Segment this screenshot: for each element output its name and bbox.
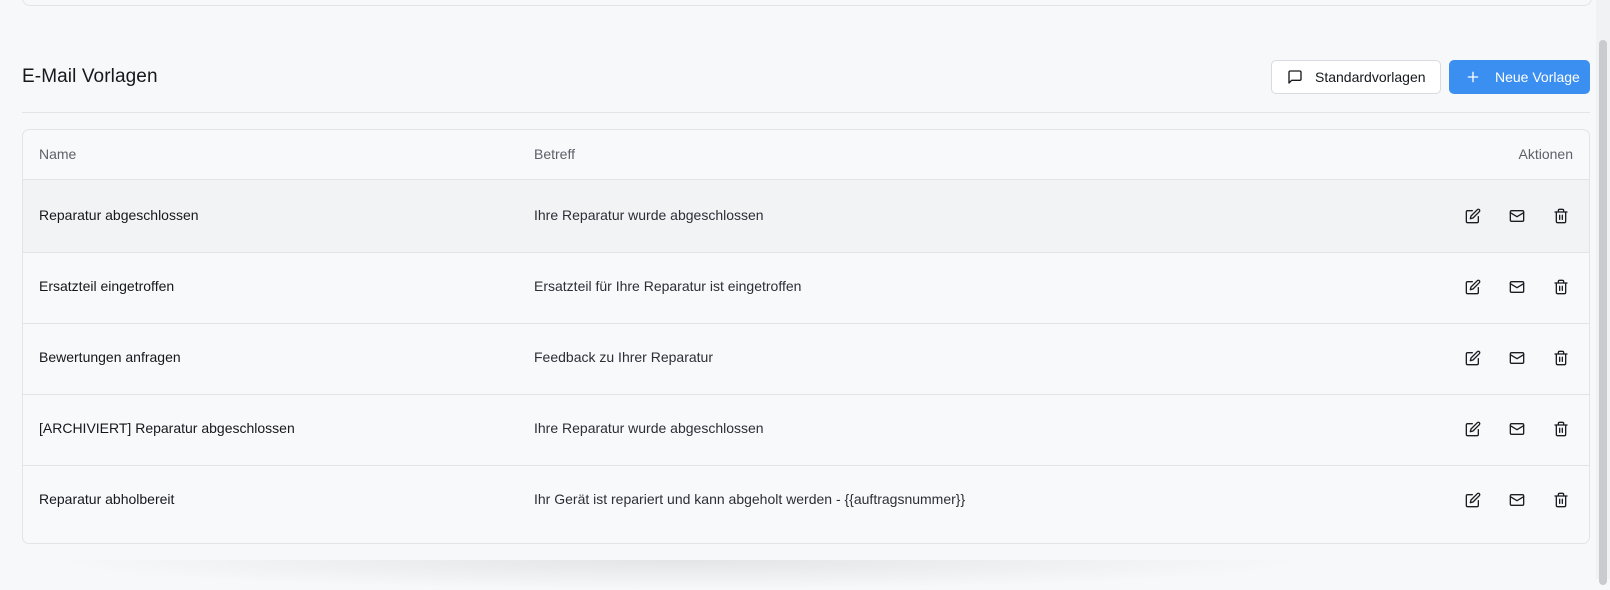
table-row[interactable]: [ARCHIVIERT] Reparatur abgeschlossen Ihre… [23, 393, 1589, 466]
send-mail-button[interactable] [1505, 275, 1529, 299]
delete-button[interactable] [1549, 488, 1573, 512]
edit-button[interactable] [1461, 204, 1485, 228]
template-name: Reparatur abgeschlossen [39, 207, 199, 223]
row-actions [1461, 488, 1573, 512]
column-header-name: Name [39, 146, 77, 162]
edit-icon [1465, 350, 1481, 366]
table-row[interactable]: Reparatur abholbereit Ihr Gerät ist repar… [23, 464, 1589, 536]
standard-templates-label: Standardvorlagen [1315, 69, 1426, 85]
template-name: Reparatur abholbereit [39, 491, 175, 507]
send-mail-button[interactable] [1505, 488, 1529, 512]
mail-icon [1509, 492, 1525, 508]
mail-icon [1509, 279, 1525, 295]
mail-icon [1509, 350, 1525, 366]
template-subject: Ihre Reparatur wurde abgeschlossen [534, 207, 764, 223]
send-mail-button[interactable] [1505, 204, 1529, 228]
edit-button[interactable] [1461, 417, 1485, 441]
column-header-subject: Betreff [534, 146, 575, 162]
template-name: Ersatzteil eingetroffen [39, 278, 175, 294]
table-row[interactable]: Reparatur abgeschlossen Ihre Reparatur wu… [23, 180, 1589, 253]
plus-icon [1467, 71, 1479, 83]
mail-icon [1509, 208, 1525, 224]
trash-icon [1553, 208, 1569, 224]
section-header: E-Mail Vorlagen Standardvorlagen Neue Vo… [22, 58, 1590, 113]
standard-templates-button[interactable]: Standardvorlagen [1271, 60, 1441, 94]
previous-section-card [22, 0, 1592, 6]
trash-icon [1553, 492, 1569, 508]
edit-icon [1465, 492, 1481, 508]
row-actions [1461, 275, 1573, 299]
send-mail-button[interactable] [1505, 346, 1529, 370]
template-subject: Ihr Gerät ist repariert und kann abgehol… [534, 491, 966, 507]
trash-icon [1553, 279, 1569, 295]
page-title: E-Mail Vorlagen [22, 66, 158, 87]
scrollbar[interactable] [1596, 0, 1610, 585]
new-template-button[interactable]: Neue Vorlage [1449, 60, 1590, 94]
edit-button[interactable] [1461, 346, 1485, 370]
trash-icon [1553, 421, 1569, 437]
bottom-shadow [40, 560, 1320, 590]
table-row[interactable]: Bewertungen anfragen Feedback zu Ihrer Re… [23, 322, 1589, 395]
table-header: Name Betreff Aktionen [23, 130, 1589, 180]
delete-button[interactable] [1549, 346, 1573, 370]
template-subject: Feedback zu Ihrer Reparatur [534, 349, 713, 365]
row-actions [1461, 417, 1573, 441]
delete-button[interactable] [1549, 417, 1573, 441]
mail-icon [1509, 421, 1525, 437]
template-subject: Ersatzteil für Ihre Reparatur ist einget… [534, 278, 802, 294]
row-actions [1461, 346, 1573, 370]
column-header-actions: Aktionen [1518, 146, 1573, 162]
template-name: [ARCHIVIERT] Reparatur abgeschlossen [39, 420, 295, 436]
templates-table: Name Betreff Aktionen Reparatur abgeschl… [22, 129, 1590, 544]
template-subject: Ihre Reparatur wurde abgeschlossen [534, 420, 764, 436]
scrollbar-thumb[interactable] [1599, 40, 1607, 585]
table-row[interactable]: Ersatzteil eingetroffen Ersatzteil für Ih… [23, 251, 1589, 324]
message-square-icon [1288, 70, 1302, 84]
edit-button[interactable] [1461, 275, 1485, 299]
delete-button[interactable] [1549, 275, 1573, 299]
send-mail-button[interactable] [1505, 417, 1529, 441]
edit-icon [1465, 279, 1481, 295]
new-template-label: Neue Vorlage [1495, 69, 1580, 85]
edit-icon [1465, 421, 1481, 437]
row-actions [1461, 204, 1573, 228]
template-name: Bewertungen anfragen [39, 349, 181, 365]
trash-icon [1553, 350, 1569, 366]
delete-button[interactable] [1549, 204, 1573, 228]
edit-button[interactable] [1461, 488, 1485, 512]
edit-icon [1465, 208, 1481, 224]
